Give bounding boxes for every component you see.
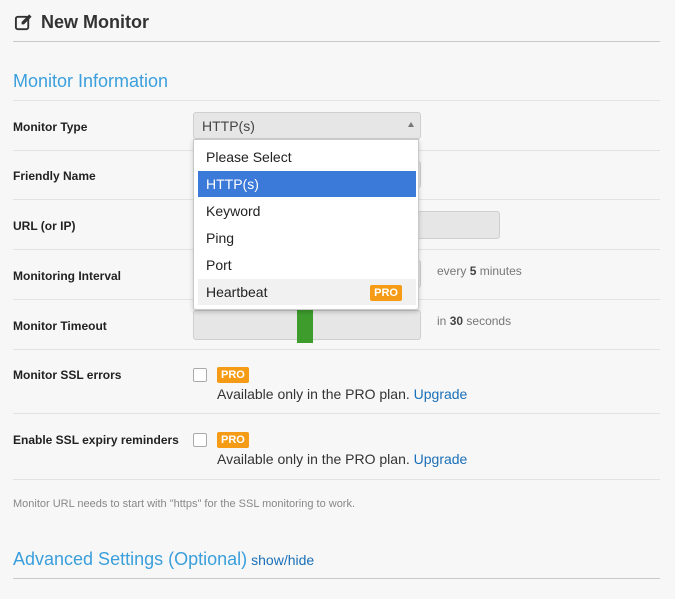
ssl-expiry-availability: Available only in the PRO plan. Upgrade — [217, 451, 468, 467]
monitor-timeout-hint: in 30 seconds — [437, 314, 512, 328]
advanced-divider — [13, 578, 660, 579]
friendly-name-label: Friendly Name — [13, 169, 96, 183]
heartbeat-label: Heartbeat — [206, 284, 268, 300]
url-label: URL (or IP) — [13, 219, 76, 233]
page-header: New Monitor — [14, 10, 149, 34]
monitor-type-select[interactable]: HTTP(s) — [193, 112, 421, 139]
monitoring-interval-hint: every 5 minutes — [437, 264, 522, 278]
page-title: New Monitor — [41, 11, 149, 32]
monitor-timeout-label: Monitor Timeout — [13, 319, 107, 333]
show-hide-link[interactable]: show/hide — [251, 552, 314, 568]
upgrade-link[interactable]: Upgrade — [414, 451, 468, 467]
monitor-type-dropdown: Please Select HTTP(s) Keyword Ping Port … — [193, 139, 419, 310]
row-divider — [13, 100, 660, 101]
caret-up-icon — [408, 122, 414, 127]
dropdown-option-https[interactable]: HTTP(s) — [198, 171, 416, 197]
pro-badge: PRO — [217, 432, 249, 448]
ssl-errors-availability: Available only in the PRO plan. Upgrade — [217, 386, 468, 402]
row-divider — [13, 413, 660, 414]
header-divider — [13, 41, 660, 42]
section-title-monitor-information: Monitor Information — [13, 71, 169, 91]
monitor-type-value: HTTP(s) — [202, 117, 255, 134]
dropdown-option-heartbeat[interactable]: Heartbeat PRO — [198, 279, 416, 305]
section-title-advanced: Advanced Settings (Optional) show/hide — [13, 549, 315, 569]
dropdown-option-keyword[interactable]: Keyword — [198, 198, 416, 224]
upgrade-link[interactable]: Upgrade — [414, 386, 468, 402]
ssl-expiry-label: Enable SSL expiry reminders — [13, 433, 179, 447]
row-divider — [13, 349, 660, 350]
monitor-type-label: Monitor Type — [13, 120, 88, 134]
ssl-errors-label: Monitor SSL errors — [13, 368, 122, 382]
row-divider — [13, 479, 660, 480]
ssl-note: Monitor URL needs to start with "https" … — [13, 498, 356, 510]
interval-value: 5 — [469, 264, 477, 278]
timeout-slider-handle[interactable] — [297, 309, 313, 343]
monitoring-interval-label: Monitoring Interval — [13, 269, 121, 283]
dropdown-option-port[interactable]: Port — [198, 252, 416, 278]
dropdown-option-please-select[interactable]: Please Select — [198, 144, 416, 170]
pro-badge: PRO — [217, 367, 249, 383]
timeout-value: 30 — [449, 314, 464, 328]
pro-badge: PRO — [370, 285, 402, 301]
ssl-expiry-checkbox[interactable] — [193, 433, 207, 447]
edit-icon — [14, 13, 32, 30]
dropdown-option-ping[interactable]: Ping — [198, 225, 416, 251]
ssl-errors-checkbox[interactable] — [193, 368, 207, 382]
